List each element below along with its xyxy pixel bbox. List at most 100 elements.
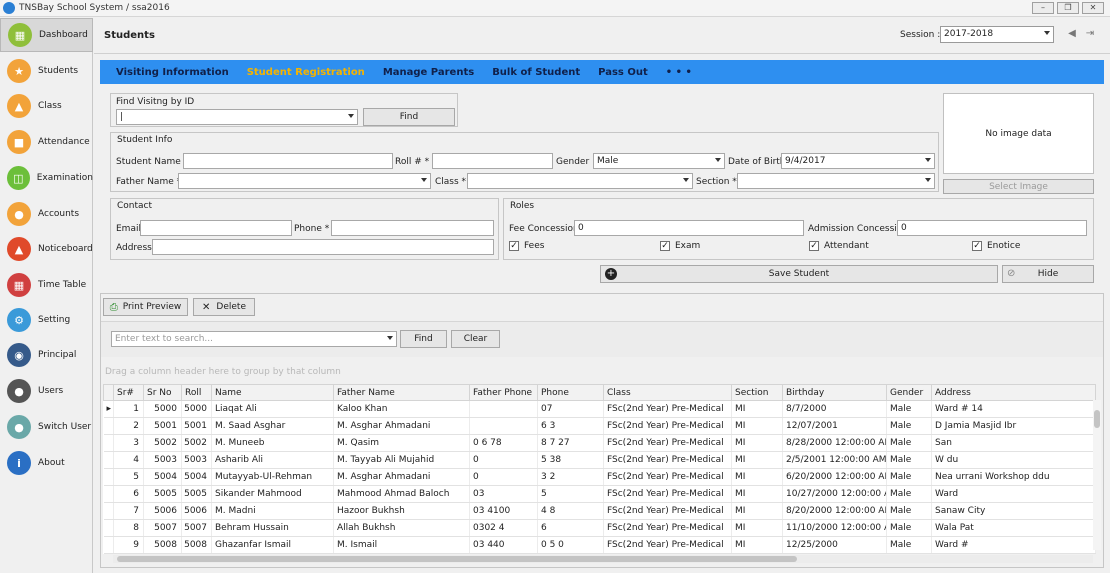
sidebar-item-about[interactable]: i About: [0, 446, 93, 480]
chevron-down-icon: [715, 158, 721, 162]
table-cell: FSc(2nd Year) Pre-Medical: [603, 536, 732, 554]
tab-visiting-information[interactable]: Visiting Information: [116, 67, 229, 78]
phone-input[interactable]: [331, 220, 494, 236]
more-tabs-button[interactable]: • • •: [666, 67, 692, 78]
search-bar: Enter text to search... Find Clear: [101, 321, 1103, 357]
grid-find-button[interactable]: Find: [400, 330, 447, 348]
gender-select[interactable]: Male: [593, 153, 725, 169]
section-select[interactable]: [737, 173, 935, 189]
column-header[interactable]: Class: [603, 384, 732, 401]
visiting-id-input[interactable]: |: [116, 109, 358, 125]
table-row[interactable]: 6 5005 5005 Sikander Mahmood Mahmood Ahmad B…: [103, 485, 1096, 503]
save-student-button[interactable]: + Save Student: [600, 265, 998, 283]
sidebar-item-principal[interactable]: ◉ Principal: [0, 338, 93, 372]
column-header[interactable]: Roll: [181, 384, 212, 401]
sidebar-item-setting[interactable]: ⚙ Setting: [0, 303, 93, 337]
table-cell: 03 440: [469, 536, 538, 554]
checkmark-icon: ✓: [660, 241, 670, 251]
logout-icon[interactable]: ⇥: [1084, 28, 1096, 40]
admission-concession-input[interactable]: 0: [897, 220, 1087, 236]
table-row[interactable]: 5 5004 5004 Mutayyab-Ul-Rehman M. Asghar Ahm…: [103, 468, 1096, 486]
sidebar-item-students[interactable]: ★ Students: [0, 54, 93, 88]
column-header[interactable]: Father Phone: [469, 384, 538, 401]
table-row[interactable]: 7 5006 5006 M. Madni Hazoor Bukhsh 03 4100 4 8…: [103, 502, 1096, 520]
class-select[interactable]: [467, 173, 693, 189]
checkmark-icon: ✓: [809, 241, 819, 251]
attendant-checkbox[interactable]: ✓ Attendant: [809, 241, 869, 251]
row-indicator-icon: ▸: [103, 400, 114, 418]
column-header[interactable]: Section: [731, 384, 783, 401]
table-row[interactable]: 8 5007 5007 Behram Hussain Allah Bukhsh 0302 …: [103, 519, 1096, 537]
column-header[interactable]: Sr No: [143, 384, 182, 401]
column-header[interactable]: Sr#: [113, 384, 144, 401]
table-cell: FSc(2nd Year) Pre-Medical: [603, 434, 732, 452]
tab-pass-out[interactable]: Pass Out: [598, 67, 648, 78]
print-preview-button[interactable]: ⎙ Print Preview: [103, 298, 188, 316]
delete-button[interactable]: ✕ Delete: [193, 298, 255, 316]
hide-button[interactable]: ⊘ Hide: [1002, 265, 1094, 283]
session-select[interactable]: 2017-2018: [940, 26, 1054, 43]
select-image-button[interactable]: Select Image: [943, 179, 1094, 194]
find-visiting-button[interactable]: Find: [363, 108, 455, 126]
sidebar-item-attendance[interactable]: ■ Attendance: [0, 125, 93, 159]
sidebar-item-label: Switch User: [38, 422, 92, 432]
enotice-checkbox[interactable]: ✓ Enotice: [972, 241, 1020, 251]
close-button[interactable]: ✕: [1082, 2, 1104, 14]
student-name-input[interactable]: [183, 153, 393, 169]
info-icon: i: [7, 451, 31, 475]
scroll-thumb[interactable]: [1094, 410, 1100, 428]
gear-icon: ⚙: [7, 308, 31, 332]
table-cell: 0 5 0: [537, 536, 604, 554]
tab-bulk-of-student[interactable]: Bulk of Student: [492, 67, 580, 78]
grid-search-input[interactable]: Enter text to search...: [111, 331, 397, 347]
enotice-label: Enotice: [987, 241, 1021, 251]
minimize-button[interactable]: –: [1032, 2, 1054, 14]
sidebar-item-accounts[interactable]: ● Accounts: [0, 197, 93, 231]
sidebar-item-time-table[interactable]: ▦ Time Table: [0, 268, 93, 302]
table-cell: 0302 4: [469, 519, 538, 537]
exam-checkbox[interactable]: ✓ Exam: [660, 241, 700, 251]
table-cell: Liaqat Ali: [211, 400, 334, 418]
sidebar-item-class[interactable]: ▲ Class: [0, 89, 93, 123]
sidebar-item-noticeboard[interactable]: ▲ Noticeboard: [0, 232, 93, 266]
tab-student-registration[interactable]: Student Registration: [247, 67, 365, 78]
dob-picker[interactable]: 9/4/2017: [781, 153, 935, 169]
grid-clear-button[interactable]: Clear: [451, 330, 500, 348]
horizontal-scrollbar[interactable]: [113, 555, 1093, 563]
column-header[interactable]: Phone: [537, 384, 604, 401]
tab-manage-parents[interactable]: Manage Parents: [383, 67, 474, 78]
column-header[interactable]: Father Name: [333, 384, 470, 401]
roll-input[interactable]: [432, 153, 553, 169]
sidebar-item-users[interactable]: ● Users: [0, 374, 93, 408]
delete-label: Delete: [216, 302, 246, 312]
column-header[interactable]: Gender: [886, 384, 932, 401]
sidebar-item-examination[interactable]: ◫ Examination: [0, 161, 93, 195]
table-row[interactable]: ▸ 1 5000 5000 Liaqat Ali Kaloo Khan 07 FSc(2nd …: [103, 400, 1096, 418]
sidebar-item-label: Principal: [38, 350, 77, 360]
column-header[interactable]: Birthday: [782, 384, 887, 401]
app-logo-icon: [3, 2, 15, 14]
scroll-thumb[interactable]: [117, 556, 797, 562]
header: Students Session : 2017-2018 ◀ ⇥: [94, 18, 1110, 54]
table-row[interactable]: 9 5008 5008 Ghazanfar Ismail M. Ismail 03 440…: [103, 536, 1096, 554]
restore-button[interactable]: ❐: [1057, 2, 1079, 14]
fee-concession-input[interactable]: 0: [574, 220, 804, 236]
vertical-scrollbar[interactable]: [1093, 400, 1101, 550]
column-header[interactable]: Address: [931, 384, 1096, 401]
fees-checkbox[interactable]: ✓ Fees: [509, 241, 544, 251]
no-image-text: No image data: [985, 128, 1052, 139]
sidebar-item-switch-user[interactable]: ● Switch User: [0, 410, 93, 444]
find-visiting-panel: Find Visitng by ID | Find: [110, 93, 458, 127]
table-cell: Ghazanfar Ismail: [211, 536, 334, 554]
address-input[interactable]: [152, 239, 494, 255]
table-cell: 5001: [181, 417, 212, 435]
row-indicator-icon: [103, 417, 114, 435]
back-arrow-icon[interactable]: ◀: [1066, 28, 1078, 40]
email-input[interactable]: [140, 220, 292, 236]
sidebar-item-dashboard[interactable]: ▦ Dashboard: [0, 18, 93, 52]
table-row[interactable]: 3 5002 5002 M. Muneeb M. Qasim 0 6 78 8 7 27 FS…: [103, 434, 1096, 452]
father-name-select[interactable]: [178, 173, 431, 189]
column-header[interactable]: Name: [211, 384, 334, 401]
table-row[interactable]: 2 5001 5001 M. Saad Asghar M. Asghar Ahmadan…: [103, 417, 1096, 435]
table-row[interactable]: 4 5003 5003 Asharib Ali M. Tayyab Ali Mujahi…: [103, 451, 1096, 469]
